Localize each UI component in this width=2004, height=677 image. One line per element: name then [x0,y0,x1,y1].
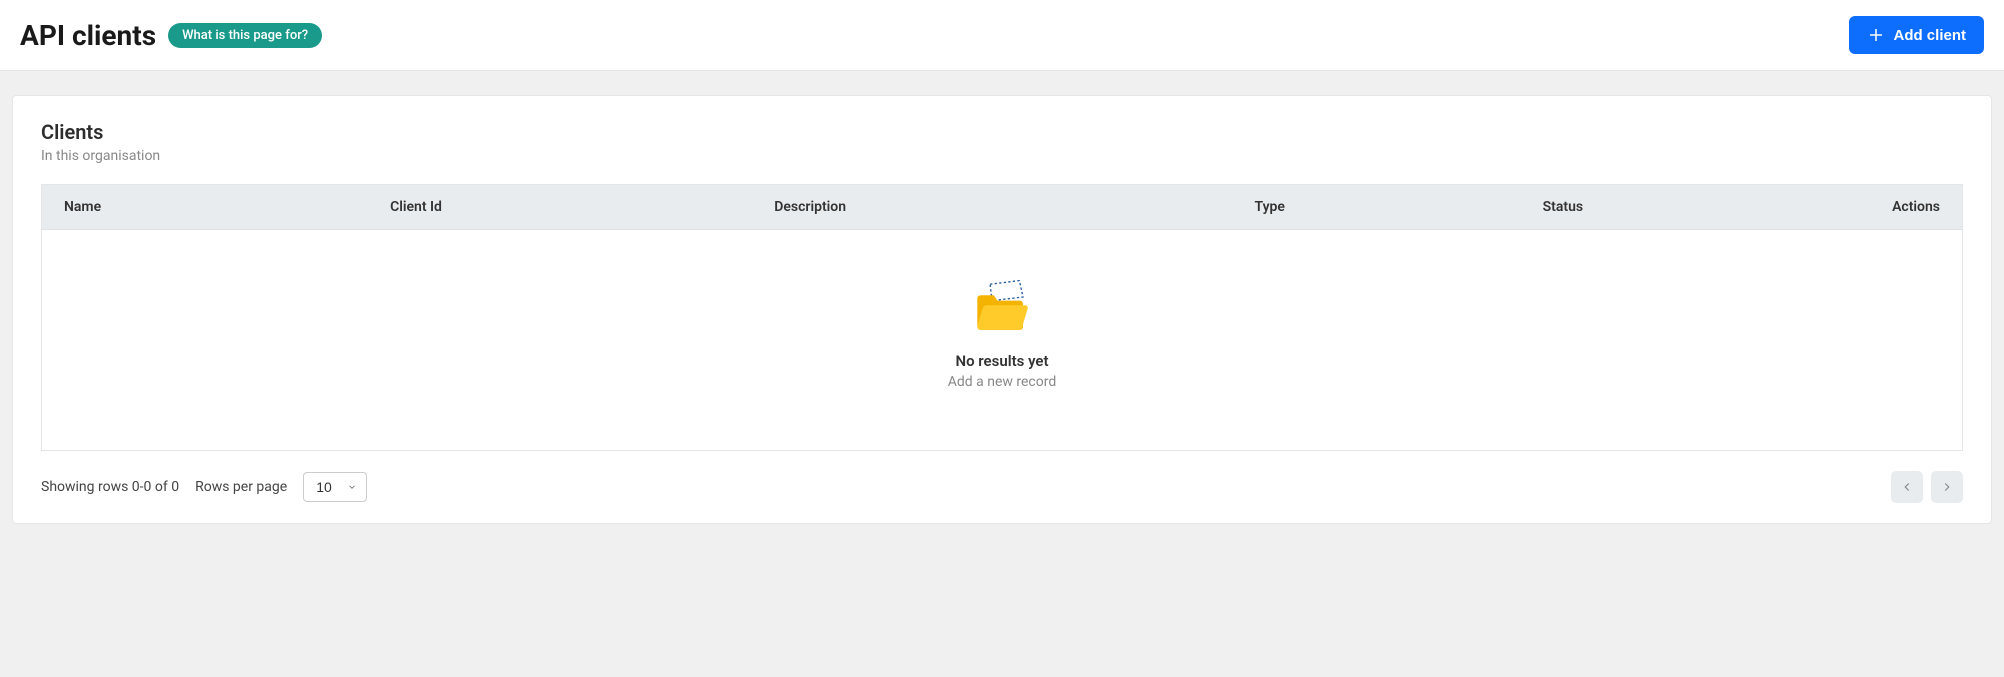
page-header: API clients What is this page for? Add c… [0,0,2004,71]
rows-per-page-select[interactable]: 10 [303,472,367,502]
add-client-button[interactable]: Add client [1849,16,1984,54]
empty-state: No results yet Add a new record [42,230,1962,450]
card-subtitle: In this organisation [41,148,1963,164]
col-name[interactable]: Name [42,185,369,230]
col-client-id[interactable]: Client Id [368,185,752,230]
col-status[interactable]: Status [1521,185,1809,230]
showing-text: Showing rows 0-0 of 0 [41,479,179,495]
clients-table: Name Client Id Description Type Status A… [41,184,1963,451]
card-title: Clients [41,120,1963,144]
content-wrap: Clients In this organisation Name Client… [0,71,2004,536]
next-page-button[interactable] [1931,471,1963,503]
plus-icon [1867,26,1885,44]
empty-title: No results yet [42,352,1962,370]
rows-per-page-label: Rows per page [195,479,287,495]
empty-row: No results yet Add a new record [42,230,1963,451]
pager [1891,471,1963,503]
prev-page-button[interactable] [1891,471,1923,503]
chevron-right-icon [1940,480,1954,494]
col-type[interactable]: Type [1233,185,1521,230]
add-client-label: Add client [1893,27,1966,44]
chevron-left-icon [1900,480,1914,494]
info-pill[interactable]: What is this page for? [168,23,322,48]
header-left: API clients What is this page for? [20,19,322,52]
rows-per-page-wrap: 10 [303,472,367,502]
empty-folder-icon [970,280,1034,336]
page-title: API clients [20,19,156,52]
table-header-row: Name Client Id Description Type Status A… [42,185,1963,230]
col-description[interactable]: Description [752,185,1232,230]
footer-left: Showing rows 0-0 of 0 Rows per page 10 [41,472,367,502]
clients-card: Clients In this organisation Name Client… [12,95,1992,524]
col-actions: Actions [1809,185,1963,230]
table-footer: Showing rows 0-0 of 0 Rows per page 10 [41,471,1963,503]
empty-subtitle: Add a new record [42,374,1962,390]
